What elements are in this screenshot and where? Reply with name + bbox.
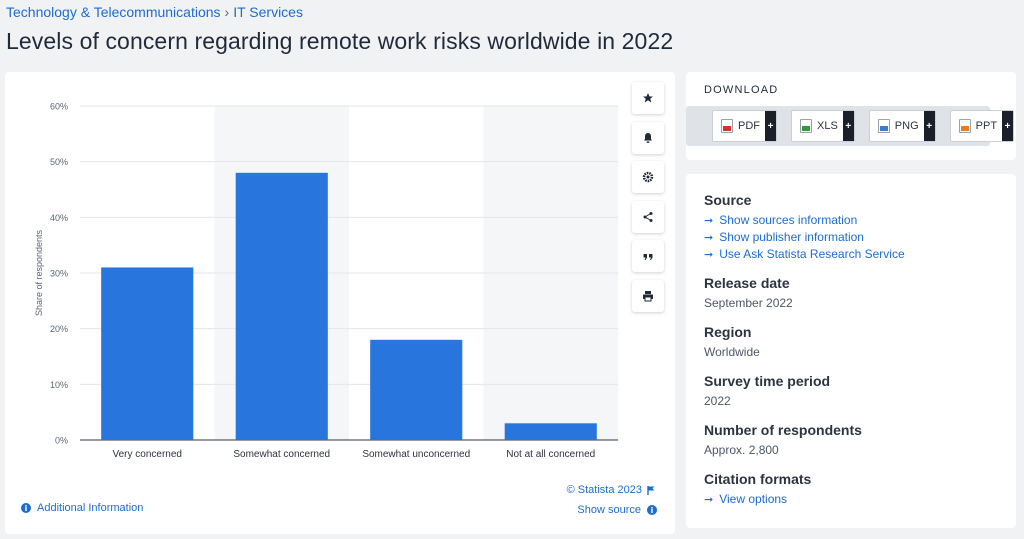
release-date-heading: Release date xyxy=(704,275,790,291)
statista-copyright[interactable]: © Statista 2023 xyxy=(567,484,655,496)
copyright-text: © Statista 2023 xyxy=(566,484,642,496)
breadcrumb-separator: › xyxy=(224,4,230,20)
download-png-button[interactable]: PNG + xyxy=(868,110,936,142)
view-citation-options-link[interactable]: ➞ View options xyxy=(704,492,998,506)
info-icon: i xyxy=(21,503,31,513)
download-ppt-plus[interactable]: + xyxy=(1002,111,1014,141)
statistic-details-panel: Source ➞ Show sources information ➞ Show p… xyxy=(686,174,1016,528)
y-tick-label: 10% xyxy=(50,380,68,390)
release-date-value: September 2022 xyxy=(704,296,793,310)
x-tick-label: Somewhat unconcerned xyxy=(362,449,470,460)
show-publisher-link[interactable]: ➞ Show publisher information xyxy=(704,230,998,244)
download-pdf-plus[interactable]: + xyxy=(765,111,776,141)
download-buttons: PDF + XLS + PNG + PPT + xyxy=(686,106,1015,146)
survey-period-heading: Survey time period xyxy=(704,373,831,389)
page-title: Levels of concern regarding remote work … xyxy=(6,28,674,54)
breadcrumb: Technology & Telecommunications › IT Servi… xyxy=(6,4,303,20)
download-pdf-label: PDF xyxy=(738,120,760,132)
research-service-link[interactable]: ➞ Use Ask Statista Research Service xyxy=(704,247,998,261)
region-value: Worldwide xyxy=(704,345,760,359)
info-icon: i xyxy=(647,505,657,515)
x-tick-label: Not at all concerned xyxy=(506,449,595,460)
breadcrumb-category-link[interactable]: Technology & Telecommunications xyxy=(6,4,221,20)
cite-button[interactable] xyxy=(632,240,664,272)
download-pdf-button[interactable]: PDF + xyxy=(712,110,777,142)
pdf-file-icon xyxy=(721,119,733,133)
citation-heading: Citation formats xyxy=(704,471,812,487)
download-xls-button[interactable]: XLS + xyxy=(791,110,855,142)
share-icon xyxy=(643,211,653,222)
download-title: DOWNLOAD xyxy=(704,84,779,96)
show-sources-link[interactable]: ➞ Show sources information xyxy=(704,213,998,227)
notification-button[interactable] xyxy=(632,121,664,154)
share-button[interactable] xyxy=(632,200,664,233)
gear-icon xyxy=(642,171,654,183)
print-icon xyxy=(643,290,653,301)
png-file-icon xyxy=(877,119,890,133)
quote-icon xyxy=(643,254,653,260)
bar xyxy=(101,267,194,440)
bar-chart: 0% 10% 20% 30% 40% 50% 60% Very concerned Somewh… xyxy=(34,102,618,460)
ppt-file-icon xyxy=(958,119,971,133)
chart-card: 0% 10% 20% 30% 40% 50% 60% Very concerned Somewh… xyxy=(5,72,675,534)
arrow-right-icon: ➞ xyxy=(704,247,714,261)
arrow-right-icon: ➞ xyxy=(704,230,714,244)
xls-file-icon xyxy=(800,119,812,133)
download-ppt-label: PPT xyxy=(975,120,998,132)
bar xyxy=(370,339,463,440)
arrow-right-icon: ➞ xyxy=(704,492,714,506)
respondents-value: Approx. 2,800 xyxy=(704,443,779,457)
y-axis-label: Share of respondents xyxy=(34,229,44,316)
favorite-button[interactable] xyxy=(632,82,664,114)
flag-icon xyxy=(647,485,655,495)
y-tick-label: 40% xyxy=(50,213,68,223)
x-tick-label: Very concerned xyxy=(113,449,183,460)
y-tick-label: 60% xyxy=(50,102,68,112)
show-source-label: Show source xyxy=(577,504,641,516)
respondents-heading: Number of respondents xyxy=(704,422,862,438)
download-png-label: PNG xyxy=(894,120,919,132)
y-tick-label: 0% xyxy=(55,436,68,446)
bar xyxy=(235,172,328,441)
show-publisher-label: Show publisher information xyxy=(719,230,864,244)
y-tick-label: 20% xyxy=(50,324,68,334)
star-icon xyxy=(643,93,653,103)
research-service-label: Use Ask Statista Research Service xyxy=(719,247,905,261)
bar xyxy=(504,423,597,440)
bell-icon xyxy=(644,132,652,143)
chart-toolbar xyxy=(632,82,664,319)
region-heading: Region xyxy=(704,324,752,340)
download-xls-plus[interactable]: + xyxy=(842,111,854,141)
y-tick-label: 50% xyxy=(50,157,68,167)
show-source-link[interactable]: Show source i xyxy=(577,504,657,516)
additional-information-link[interactable]: i Additional Information xyxy=(21,502,143,514)
download-xls-label: XLS xyxy=(817,120,838,132)
download-panel: DOWNLOAD PDF + XLS + PNG + PPT + xyxy=(686,72,1016,160)
breadcrumb-subcategory-link[interactable]: IT Services xyxy=(233,4,303,20)
additional-information-label: Additional Information xyxy=(37,502,144,514)
y-tick-label: 30% xyxy=(50,269,68,279)
source-heading: Source xyxy=(704,192,752,208)
x-tick-label: Somewhat concerned xyxy=(233,449,330,460)
arrow-right-icon: ➞ xyxy=(704,213,714,227)
print-button[interactable] xyxy=(632,279,664,312)
download-png-plus[interactable]: + xyxy=(923,111,935,141)
show-sources-label: Show sources information xyxy=(719,213,858,227)
survey-period-value: 2022 xyxy=(704,394,731,408)
download-ppt-button[interactable]: PPT + xyxy=(949,110,1015,142)
settings-button[interactable] xyxy=(632,161,664,193)
view-options-label: View options xyxy=(719,492,788,506)
